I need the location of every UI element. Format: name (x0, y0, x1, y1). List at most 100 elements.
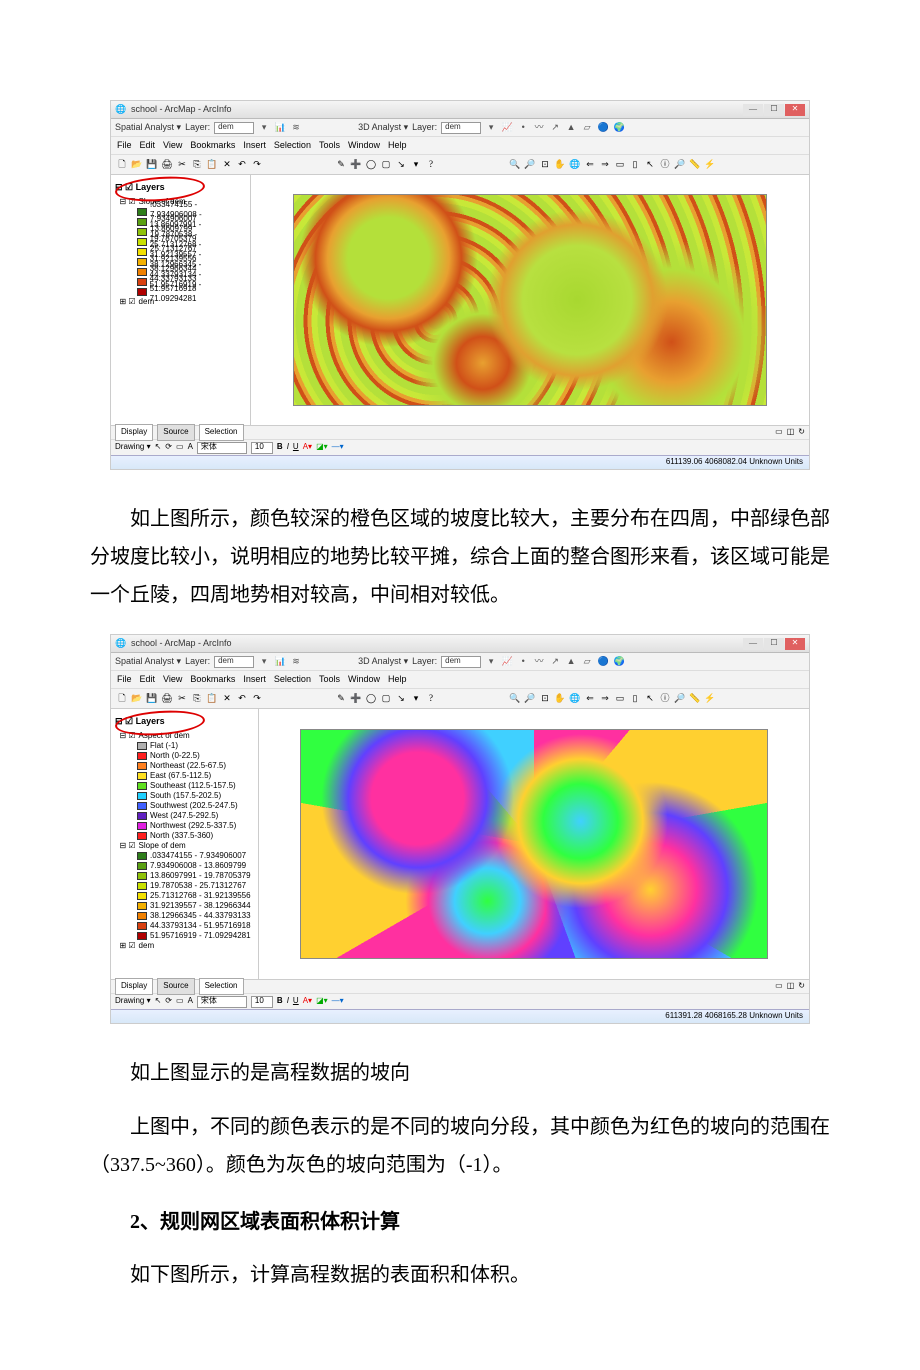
menu-insert[interactable]: Insert (243, 137, 266, 153)
rotate-icon[interactable]: ⟳ (165, 994, 172, 1008)
menu-bookmarks[interactable]: Bookmarks (190, 137, 235, 153)
data-view-icon[interactable]: ◫ (787, 979, 795, 993)
new-icon[interactable]: 🗋 (115, 158, 129, 172)
new-icon[interactable]: 🗋 (115, 692, 129, 706)
cut-icon[interactable]: ✂ (175, 692, 189, 706)
rect-icon[interactable]: ▭ (176, 994, 184, 1008)
profile-icon[interactable]: 〰 (533, 656, 545, 668)
tab-display[interactable]: Display (115, 424, 153, 440)
font-size-select[interactable]: 10 (251, 996, 273, 1008)
dropdown-icon[interactable]: ▾ (485, 656, 497, 668)
tab-display[interactable]: Display (115, 978, 153, 994)
arcscene-icon[interactable]: 🔵 (597, 122, 609, 134)
spatial-analyst-dropdown[interactable]: Spatial Analyst ▾ (115, 653, 181, 669)
redo-icon[interactable]: ↷ (250, 692, 264, 706)
fill-color-icon[interactable]: ◪▾ (316, 440, 328, 454)
refresh-icon[interactable]: ↻ (798, 979, 805, 993)
arrow-icon[interactable]: ▾ (409, 692, 423, 706)
profile-icon[interactable]: 〰 (533, 122, 545, 134)
menu-view[interactable]: View (163, 137, 182, 153)
open-icon[interactable]: 📂 (130, 158, 144, 172)
hyperlink-icon[interactable]: ⚡ (703, 692, 717, 706)
close-button[interactable]: ✕ (785, 638, 805, 650)
menu-file[interactable]: File (117, 137, 132, 153)
delete-icon[interactable]: ✕ (220, 158, 234, 172)
interpolate-line-icon[interactable]: 📈 (501, 122, 513, 134)
steepest-icon[interactable]: ▲ (565, 656, 577, 668)
zoom-in-icon[interactable]: 🔍 (508, 158, 522, 172)
help-icon[interactable]: ? (424, 692, 438, 706)
arcscene-icon[interactable]: 🔵 (597, 656, 609, 668)
text-icon[interactable]: A (188, 440, 193, 454)
find-icon[interactable]: 🔎 (673, 692, 687, 706)
area-icon[interactable]: ▱ (581, 122, 593, 134)
underline-icon[interactable]: U (293, 440, 299, 454)
menu-window[interactable]: Window (348, 137, 380, 153)
3d-analyst-dropdown[interactable]: 3D Analyst ▾ (358, 119, 408, 135)
add-data-icon[interactable]: ➕ (349, 158, 363, 172)
help-icon[interactable]: ? (424, 158, 438, 172)
menu-edit[interactable]: Edit (140, 671, 156, 687)
minimize-button[interactable]: — (743, 104, 763, 116)
layer-select-spatial[interactable]: dem (214, 656, 254, 668)
pan-icon[interactable]: ✋ (553, 692, 567, 706)
layout-view-icon[interactable]: ▭ (775, 425, 783, 439)
3d-analyst-dropdown[interactable]: 3D Analyst ▾ (358, 653, 408, 669)
point-icon[interactable]: • (517, 122, 529, 134)
menu-help[interactable]: Help (388, 671, 407, 687)
identify-icon[interactable]: ⓘ (658, 692, 672, 706)
print-icon[interactable]: 🖨 (160, 158, 174, 172)
pointer-icon[interactable]: ↖ (643, 692, 657, 706)
pan-icon[interactable]: ✋ (553, 158, 567, 172)
line-color-icon[interactable]: —▾ (332, 440, 344, 454)
maximize-button[interactable]: ☐ (764, 638, 784, 650)
menu-help[interactable]: Help (388, 137, 407, 153)
add-data-icon[interactable]: ➕ (349, 692, 363, 706)
menu-tools[interactable]: Tools (319, 137, 340, 153)
menu-selection[interactable]: Selection (274, 137, 311, 153)
zoom-fixed-icon[interactable]: ⊡ (538, 692, 552, 706)
menu-selection[interactable]: Selection (274, 671, 311, 687)
los-icon[interactable]: ↗ (549, 656, 561, 668)
delete-icon[interactable]: ✕ (220, 692, 234, 706)
contour-icon[interactable]: ≋ (290, 122, 302, 134)
layers-root[interactable]: ⊟ ☑ Layers (115, 179, 246, 195)
steepest-icon[interactable]: ▲ (565, 122, 577, 134)
paste-icon[interactable]: 📋 (205, 692, 219, 706)
bold-icon[interactable]: B (277, 994, 283, 1008)
rect-icon[interactable]: ▭ (176, 440, 184, 454)
contour-icon[interactable]: ≋ (290, 656, 302, 668)
paste-icon[interactable]: 📋 (205, 158, 219, 172)
menu-view[interactable]: View (163, 671, 182, 687)
dropdown-icon[interactable]: ▾ (258, 122, 270, 134)
print-icon[interactable]: 🖨 (160, 692, 174, 706)
copy-icon[interactable]: ⎘ (190, 158, 204, 172)
select-elements-icon[interactable]: ↖ (155, 994, 162, 1008)
menu-edit[interactable]: Edit (140, 137, 156, 153)
layer-select-3d[interactable]: dem (441, 122, 481, 134)
edit-icon[interactable]: ▢ (379, 692, 393, 706)
menu-insert[interactable]: Insert (243, 671, 266, 687)
dropdown-icon[interactable]: ▾ (485, 122, 497, 134)
edit-icon[interactable]: ▢ (379, 158, 393, 172)
measure-icon[interactable]: 📏 (688, 158, 702, 172)
data-view-icon[interactable]: ◫ (787, 425, 795, 439)
zoom-out-icon[interactable]: 🔎 (523, 692, 537, 706)
zoom-in-icon[interactable]: 🔍 (508, 692, 522, 706)
maximize-button[interactable]: ☐ (764, 104, 784, 116)
italic-icon[interactable]: I (287, 994, 289, 1008)
font-size-select[interactable]: 10 (251, 442, 273, 454)
map-view[interactable] (259, 709, 809, 979)
histogram-icon[interactable]: 📊 (274, 656, 286, 668)
los-icon[interactable]: ↗ (549, 122, 561, 134)
layer-select-3d[interactable]: dem (441, 656, 481, 668)
identify-icon[interactable]: ⓘ (658, 158, 672, 172)
interpolate-line-icon[interactable]: 📈 (501, 656, 513, 668)
copy-icon[interactable]: ⎘ (190, 692, 204, 706)
clear-sel-icon[interactable]: ▯ (628, 692, 642, 706)
arcglobe-icon[interactable]: 🌍 (613, 122, 625, 134)
arrow-icon[interactable]: ▾ (409, 158, 423, 172)
back-icon[interactable]: ⇐ (583, 158, 597, 172)
map-view[interactable] (251, 175, 809, 425)
font-select[interactable]: 宋体 (197, 442, 247, 454)
